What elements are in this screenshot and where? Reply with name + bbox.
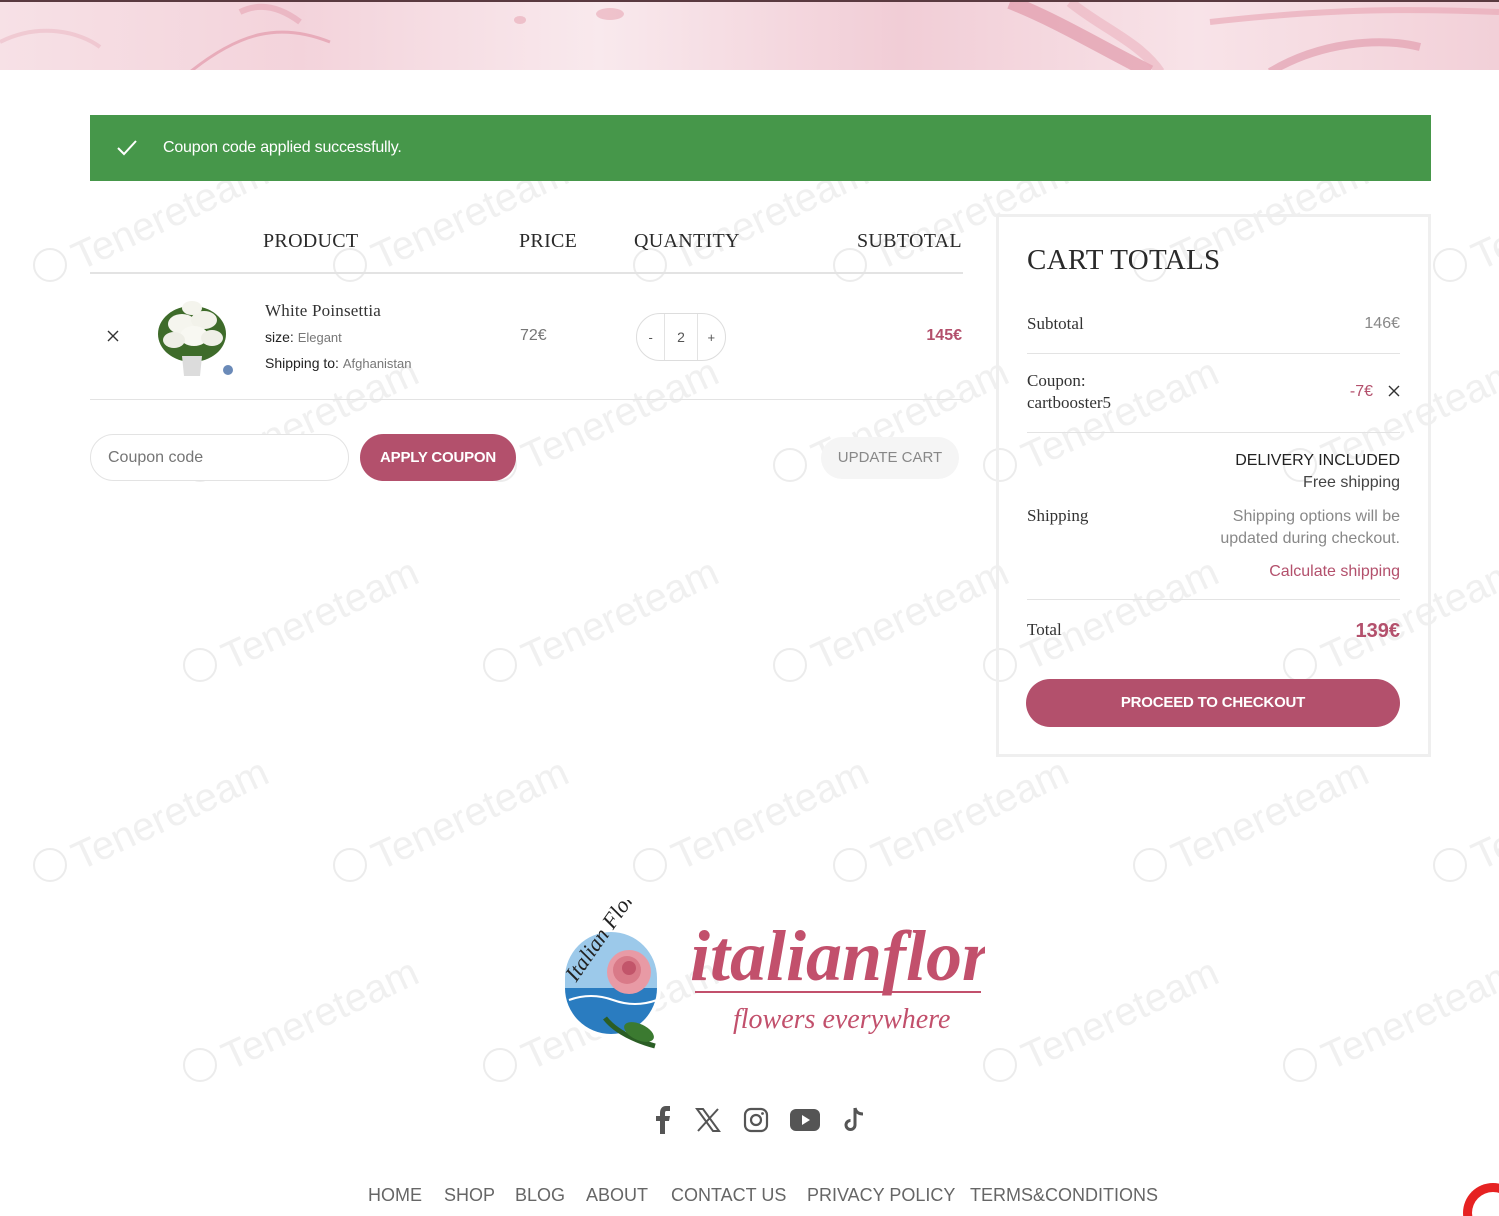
- update-cart-button[interactable]: UPDATE CART: [821, 437, 959, 479]
- shipping-value: Afghanistan: [342, 356, 412, 371]
- coupon-code-input[interactable]: [90, 434, 349, 481]
- totals-subtotal-value: 146€: [1364, 315, 1400, 332]
- quantity-increase-button[interactable]: +: [698, 330, 725, 345]
- totals-shipping-label: Shipping: [1027, 506, 1089, 525]
- shipping-note-line-2: updated during checkout.: [1220, 530, 1400, 547]
- chat-widget-button[interactable]: [1463, 1183, 1499, 1216]
- table-row-divider: [90, 399, 963, 400]
- quantity-input[interactable]: 2: [664, 314, 698, 360]
- x-icon[interactable]: [692, 1104, 724, 1136]
- tiktok-icon[interactable]: [838, 1104, 870, 1136]
- totals-coupon-discount: -7€: [1349, 383, 1373, 400]
- product-name-link[interactable]: White Poinsettia: [265, 301, 381, 321]
- instagram-icon[interactable]: [740, 1104, 772, 1136]
- totals-coupon-label: Coupon:: [1027, 371, 1086, 390]
- logo-tagline: flowers everywhere: [733, 1004, 950, 1035]
- notice-message: Coupon code applied successfully.: [163, 139, 402, 156]
- proceed-to-checkout-button[interactable]: PROCEED TO CHECKOUT: [1026, 679, 1400, 727]
- product-price: 72€: [520, 327, 547, 344]
- delivery-included-title: DELIVERY INCLUDED: [1235, 452, 1400, 469]
- footer-nav-about[interactable]: ABOUT: [586, 1185, 648, 1206]
- totals-total-label: Total: [1027, 620, 1062, 639]
- facebook-icon[interactable]: [647, 1104, 679, 1136]
- quantity-decrease-button[interactable]: -: [637, 330, 664, 345]
- quantity-stepper: - 2 +: [636, 313, 726, 361]
- table-header-divider: [90, 272, 963, 274]
- product-thumbnail[interactable]: [152, 294, 238, 380]
- totals-total-value: 139€: [1355, 620, 1401, 642]
- remove-coupon-icon[interactable]: [1387, 384, 1401, 398]
- footer-nav-home[interactable]: HOME: [368, 1185, 422, 1206]
- shipping-note-line-1: Shipping options will be: [1232, 508, 1400, 525]
- footer-nav-blog[interactable]: BLOG: [515, 1185, 565, 1206]
- totals-divider: [1027, 599, 1400, 600]
- calculate-shipping-link[interactable]: Calculate shipping: [1269, 561, 1400, 583]
- product-size: size: Elegant: [265, 329, 342, 345]
- totals-divider: [1027, 353, 1400, 354]
- size-label: size:: [265, 329, 294, 345]
- logo-wordmark: italianflora: [690, 916, 985, 996]
- youtube-icon[interactable]: [789, 1104, 821, 1136]
- header-banner: [0, 0, 1499, 70]
- checkmark-icon: [116, 137, 138, 159]
- footer-logo[interactable]: Italian Flora italianflora flowers every…: [535, 878, 1026, 1055]
- size-value: Elegant: [297, 330, 342, 345]
- column-header-price: PRICE: [519, 230, 578, 252]
- column-header-subtotal: SUBTOTAL: [857, 230, 962, 252]
- totals-divider: [1027, 432, 1400, 433]
- footer-nav-terms[interactable]: TERMS&CONDITIONS: [970, 1185, 1158, 1206]
- product-subtotal: 145€: [926, 327, 962, 344]
- delivery-free-shipping: Free shipping: [1303, 474, 1400, 491]
- footer-nav-contact[interactable]: CONTACT US: [671, 1185, 786, 1206]
- coupon-success-notice: Coupon code applied successfully.: [90, 115, 1431, 181]
- column-header-quantity: QUANTITY: [634, 230, 740, 252]
- totals-subtotal-label: Subtotal: [1027, 314, 1084, 333]
- column-header-product: PRODUCT: [263, 230, 359, 252]
- shipping-label: Shipping to:: [265, 355, 339, 371]
- totals-coupon-code: cartbooster5: [1027, 393, 1112, 412]
- remove-item-icon[interactable]: [104, 327, 122, 345]
- footer-nav-privacy[interactable]: PRIVACY POLICY: [807, 1185, 955, 1206]
- apply-coupon-button[interactable]: APPLY COUPON: [360, 434, 516, 481]
- cart-totals-title: CART TOTALS: [1027, 244, 1221, 276]
- product-shipping: Shipping to: Afghanistan: [265, 355, 412, 371]
- footer-nav-shop[interactable]: SHOP: [444, 1185, 495, 1206]
